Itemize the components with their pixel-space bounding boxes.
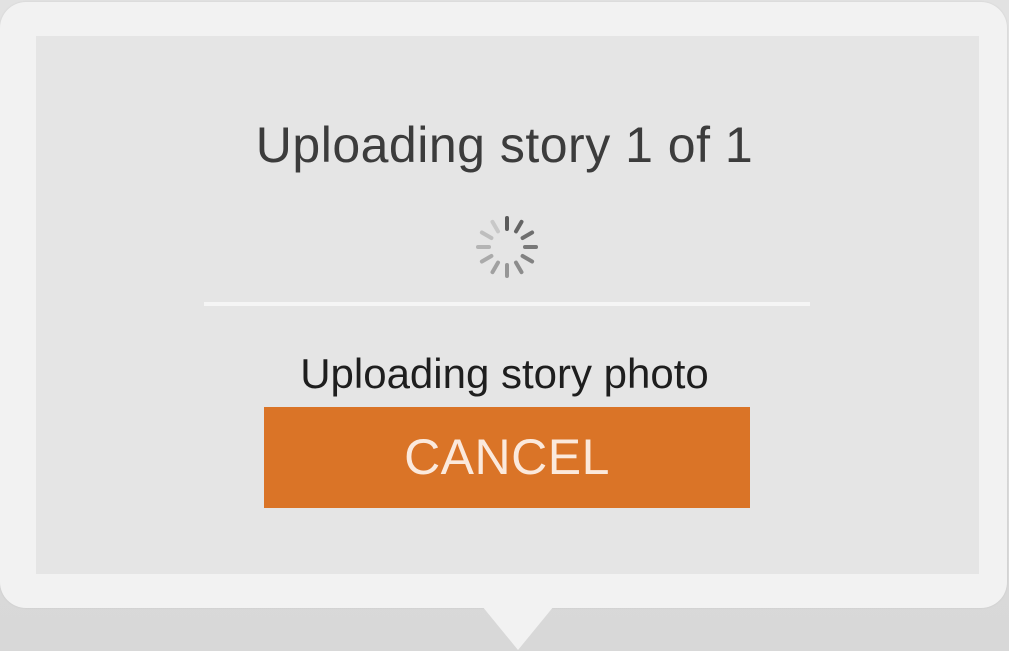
spinner-spoke [520,254,535,264]
spinner-spoke [479,230,494,240]
divider [204,302,810,306]
cancel-button[interactable]: CANCEL [264,407,750,508]
upload-title: Uploading story 1 of 1 [255,117,754,173]
loading-spinner-icon [476,216,538,278]
spinner-spoke [520,230,535,240]
spinner-spoke [514,260,524,275]
spinner-spoke [479,254,494,264]
spinner-spoke [490,219,500,234]
spinner-spoke [490,260,500,275]
popover-pointer [482,606,554,650]
upload-progress-screen: Uploading story 1 of 1 Uploading story p… [0,0,1009,651]
upload-status-text: Uploading story photo [300,350,709,397]
spinner-spoke [514,219,524,234]
